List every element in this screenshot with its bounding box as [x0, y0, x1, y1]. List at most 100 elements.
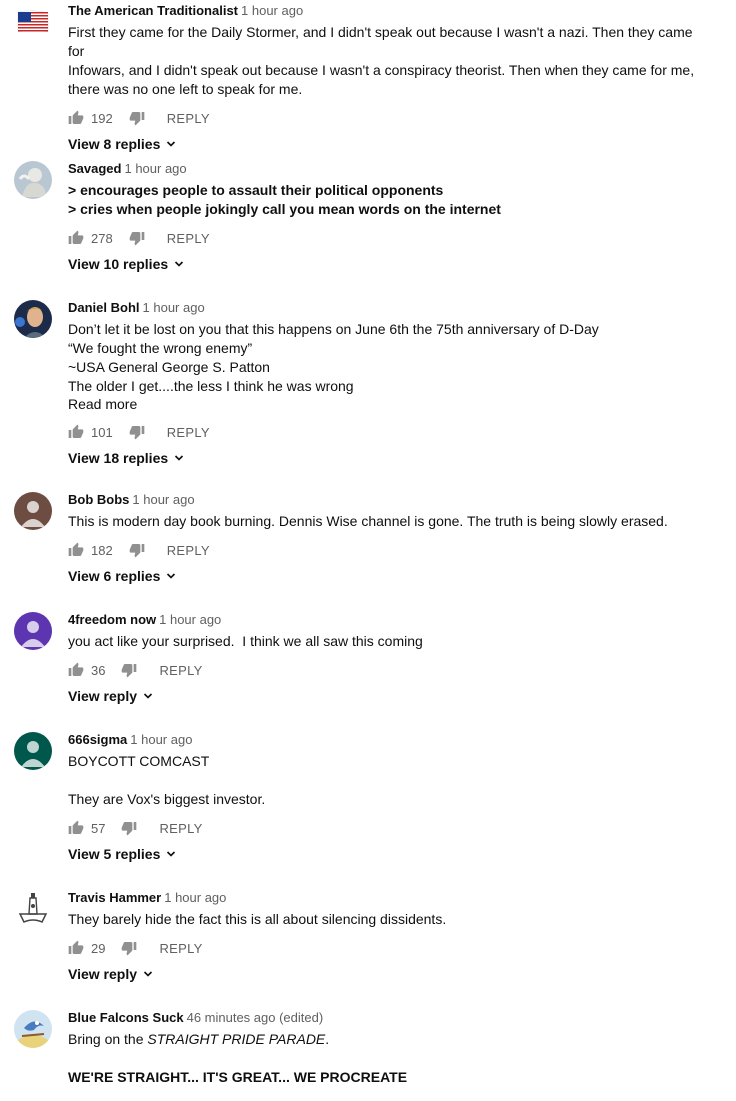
avatar[interactable]	[14, 732, 52, 770]
comment-text: > encourages people to assault their pol…	[68, 181, 708, 219]
comment-text-line: “We fought the wrong enemy”	[68, 340, 253, 356]
comment-text-line: This is modern day book burning. Dennis …	[68, 513, 668, 529]
comment-header: Blue Falcons Suck 46 minutes ago (edited)	[68, 1010, 708, 1026]
comment-text-line: Don’t let it be lost on you that this ha…	[68, 321, 599, 337]
comment-header: 666sigma 1 hour ago	[68, 732, 708, 748]
author-name[interactable]: Bob Bobs	[68, 492, 129, 507]
comment-header: Savaged 1 hour ago	[68, 161, 708, 177]
timestamp[interactable]: 1 hour ago	[124, 161, 186, 176]
comment-text: This is modern day book burning. Dennis …	[68, 512, 708, 531]
comment-body: Daniel Bohl 1 hour ago Don’t let it be los…	[68, 300, 708, 467]
read-more-link[interactable]: Read more	[68, 396, 708, 413]
author-name[interactable]: 4freedom now	[68, 612, 156, 627]
like-count: 36	[91, 662, 106, 678]
timestamp[interactable]: 1 hour ago	[132, 492, 194, 507]
chevron-down-icon	[167, 573, 176, 579]
comment-text-line: Infowars, and I didn't speak out because…	[68, 62, 695, 78]
thumbs-down-icon[interactable]	[121, 940, 137, 956]
author-name[interactable]: Blue Falcons Suck	[68, 1010, 184, 1025]
chevron-down-icon	[167, 851, 176, 857]
comment-header: The American Traditionalist 1 hour ago	[68, 3, 708, 19]
view-replies-label: View 8 replies	[68, 136, 161, 152]
like-count: 278	[91, 230, 113, 246]
comment-actions: 29 REPLY	[68, 937, 708, 959]
thumbs-up-icon[interactable]	[68, 424, 84, 440]
comment-text-line: > cries when people jokingly call you me…	[68, 201, 501, 217]
comment-header: 4freedom now 1 hour ago	[68, 612, 708, 628]
view-replies-button[interactable]: View reply	[68, 687, 708, 705]
thumbs-down-icon[interactable]	[121, 662, 137, 678]
avatar[interactable]	[14, 492, 52, 530]
chevron-down-icon	[167, 141, 176, 147]
comment-text: First they came for the Daily Stormer, a…	[68, 23, 708, 99]
avatar[interactable]	[14, 612, 52, 650]
comment-text-line: ~USA General George S. Patton	[68, 359, 270, 375]
view-replies-button[interactable]: View 18 replies	[68, 449, 708, 467]
view-replies-button[interactable]: View reply	[68, 965, 708, 983]
chevron-down-icon	[175, 455, 184, 461]
comment-text-line: Bring on the STRAIGHT PRIDE PARADE.	[68, 1030, 708, 1049]
comment-text-line: > encourages people to assault their pol…	[68, 182, 444, 198]
like-count: 192	[91, 110, 113, 126]
thumbs-up-icon[interactable]	[68, 110, 84, 126]
comment-text: Don’t let it be lost on you that this ha…	[68, 320, 708, 396]
reply-button[interactable]: REPLY	[159, 663, 202, 678]
avatar[interactable]	[14, 1010, 52, 1048]
view-replies-button[interactable]: View 5 replies	[68, 845, 708, 863]
reply-button[interactable]: REPLY	[159, 821, 202, 836]
comment-text-line: WE'RE STRAIGHT... IT'S GREAT... WE PROCR…	[68, 1068, 708, 1087]
timestamp[interactable]: 1 hour ago	[241, 3, 303, 18]
italic-text: STRAIGHT PRIDE PARADE	[147, 1031, 326, 1047]
comment-text-line: They are Vox's biggest investor.	[68, 791, 266, 807]
comment-text: They barely hide the fact this is all ab…	[68, 910, 708, 929]
comment-text-line: They barely hide the fact this is all ab…	[68, 911, 447, 927]
author-name[interactable]: 666sigma	[68, 732, 127, 747]
avatar[interactable]	[14, 300, 52, 338]
thumbs-up-icon[interactable]	[68, 662, 84, 678]
thumbs-up-icon[interactable]	[68, 230, 84, 246]
comment-body: Savaged 1 hour ago > encourages people to …	[68, 161, 708, 273]
avatar[interactable]	[14, 3, 52, 41]
avatar[interactable]	[14, 890, 52, 928]
timestamp[interactable]: 46 minutes ago (edited)	[187, 1010, 324, 1025]
comment-actions: 182 REPLY	[68, 539, 708, 561]
reply-button[interactable]: REPLY	[167, 425, 210, 440]
view-replies-button[interactable]: View 8 replies	[68, 135, 708, 153]
comment-text: BOYCOTT COMCAST They are Vox's biggest in…	[68, 752, 708, 809]
thumbs-down-icon[interactable]	[129, 542, 145, 558]
comment-actions: 101 REPLY	[68, 421, 708, 443]
reply-button[interactable]: REPLY	[167, 111, 210, 126]
like-count: 29	[91, 940, 106, 956]
timestamp[interactable]: 1 hour ago	[164, 890, 226, 905]
reply-button[interactable]: REPLY	[159, 941, 202, 956]
comment-body: 4freedom now 1 hour ago you act like your …	[68, 612, 708, 705]
thumbs-up-icon[interactable]	[68, 940, 84, 956]
comment-text-line: there was no one left to speak for me.	[68, 81, 303, 97]
comment-header: Travis Hammer 1 hour ago	[68, 890, 708, 906]
thumbs-down-icon[interactable]	[129, 230, 145, 246]
timestamp[interactable]: 1 hour ago	[159, 612, 221, 627]
comment-header: Bob Bobs 1 hour ago	[68, 492, 708, 508]
author-name[interactable]: The American Traditionalist	[68, 3, 238, 18]
thumbs-up-icon[interactable]	[68, 820, 84, 836]
view-replies-label: View 6 replies	[68, 568, 161, 584]
reply-button[interactable]: REPLY	[167, 231, 210, 246]
view-replies-button[interactable]: View 10 replies	[68, 255, 708, 273]
thumbs-up-icon[interactable]	[68, 542, 84, 558]
reply-button[interactable]: REPLY	[167, 543, 210, 558]
text-fragment: Bring on the	[68, 1031, 148, 1047]
view-replies-button[interactable]: View 6 replies	[68, 567, 708, 585]
author-name[interactable]: Daniel Bohl	[68, 300, 140, 315]
comment-body: 666sigma 1 hour ago BOYCOTT COMCAST They ar…	[68, 732, 708, 863]
thumbs-down-icon[interactable]	[121, 820, 137, 836]
timestamp[interactable]: 1 hour ago	[143, 300, 205, 315]
thumbs-down-icon[interactable]	[129, 110, 145, 126]
author-name[interactable]: Savaged	[68, 161, 121, 176]
like-count: 182	[91, 542, 113, 558]
author-name[interactable]: Travis Hammer	[68, 890, 161, 905]
thumbs-down-icon[interactable]	[129, 424, 145, 440]
chevron-down-icon	[143, 971, 153, 977]
timestamp[interactable]: 1 hour ago	[130, 732, 192, 747]
avatar[interactable]	[14, 161, 52, 199]
view-replies-label: View 18 replies	[68, 450, 169, 466]
